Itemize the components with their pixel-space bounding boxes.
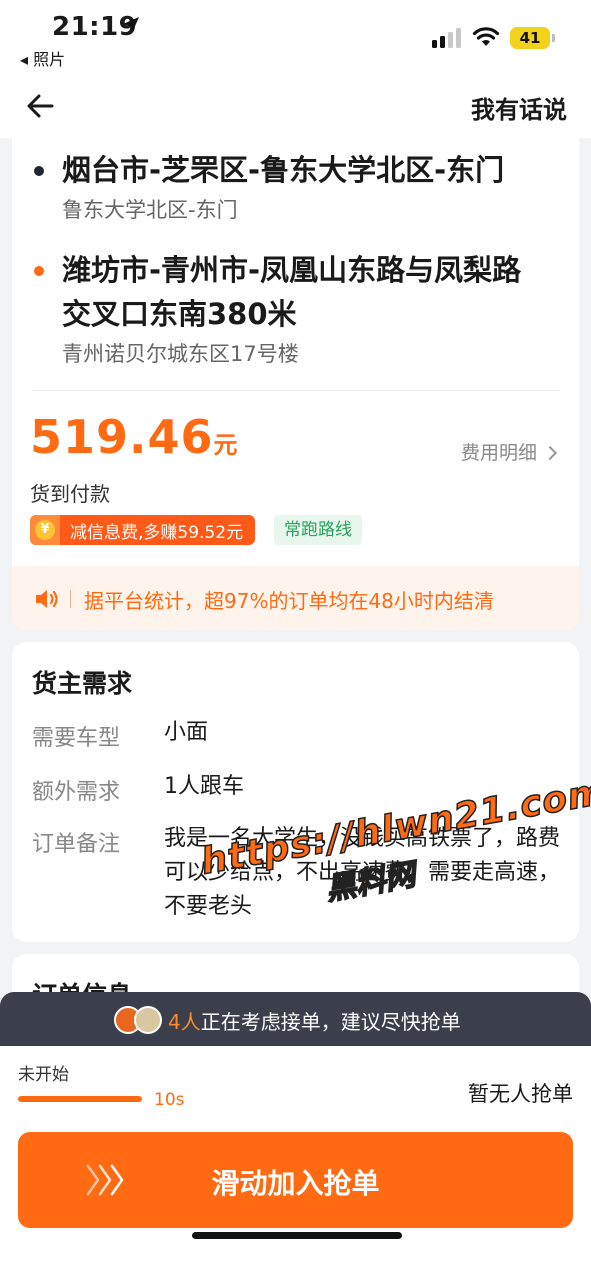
route-card: 烟台市-芝罘区-鲁东大学北区-东门 鲁东大学北区-东门 潍坊市-青州市-凤凰山东…: [12, 138, 579, 630]
destination-detail: 青州诺贝尔城东区17号楼: [62, 342, 299, 366]
feedback-button[interactable]: 我有话说: [471, 90, 567, 125]
divider: [32, 390, 560, 391]
req-value: 我是一名大学生，没钱买高铁票了，路费可以少给点，不出高速费，需要走高速，不要老头: [164, 826, 561, 919]
no-grab-status: 暂无人抢单: [468, 1082, 573, 1106]
fee-detail-link[interactable]: 费用明细: [460, 438, 558, 465]
destination-dot: [34, 266, 44, 276]
grab-state-label: 未开始: [18, 1065, 69, 1085]
destination-title-line1: 潍坊市-青州市-凤凰山东路与凤梨路: [62, 253, 522, 287]
requirements-title: 货主需求: [32, 669, 133, 698]
wifi-icon: [472, 27, 500, 46]
req-key: 需要车型: [32, 726, 121, 751]
battery-icon: 41: [510, 27, 555, 49]
triple-chevron-right-icon[interactable]: [84, 1162, 128, 1198]
destination-title-line2: 交叉口东南380米: [62, 297, 297, 331]
price-amount: 519.46: [30, 410, 214, 464]
promo-badge: ¥ 减信息费,多赚59.52元: [30, 515, 256, 545]
req-key: 订单备注: [32, 832, 121, 857]
home-indicator: [192, 1232, 402, 1239]
consider-count: 4人: [168, 1010, 201, 1034]
slide-to-grab-button[interactable]: 滑动加入抢单: [18, 1132, 573, 1228]
avatar-group: [114, 1006, 164, 1034]
fee-detail-label: 费用明细: [460, 442, 537, 464]
status-bar: 21:19 ◂ 照片 41: [0, 0, 591, 76]
grab-panel: 未开始 10s 暂无人抢单 滑动加入抢单: [0, 1046, 591, 1280]
notice-bar: 据平台统计，超97%的订单均在48小时内结清: [12, 566, 579, 630]
coin-icon: ¥: [30, 515, 60, 545]
nav-bar: 我有话说: [0, 76, 591, 138]
destination-item: 潍坊市-青州市-凤凰山东路与凤梨路 交叉口东南380米 青州诺贝尔城东区17号楼: [34, 248, 564, 370]
arrow-left-icon[interactable]: [22, 88, 62, 124]
requirements-card: 货主需求 需要车型 小面 额外需求 1人跟车 订单备注 我是一名大学生，没钱买高…: [12, 642, 579, 942]
location-arrow-icon: [123, 17, 139, 33]
coin-symbol: ¥: [35, 520, 55, 540]
pay-method: 货到付款: [30, 482, 110, 506]
price: 519.46元: [30, 410, 238, 464]
signal-icon: [432, 28, 461, 48]
route-badge: 常跑路线: [274, 515, 362, 545]
countdown-seconds: 10s: [154, 1090, 185, 1110]
req-key: 额外需求: [32, 780, 121, 805]
consider-text: 4人正在考虑接单，建议尽快抢单: [168, 1006, 461, 1035]
promo-badge-label: 减信息费,多赚59.52元: [70, 522, 244, 543]
back-to-app-link[interactable]: ◂ 照片: [20, 46, 65, 70]
speaker-icon: [36, 590, 58, 608]
back-app-label: 照片: [33, 50, 66, 69]
notice-text: 据平台统计，超97%的订单均在48小时内结清: [84, 589, 494, 613]
countdown-progress-bar: [18, 1096, 142, 1102]
req-value: 1人跟车: [164, 774, 244, 799]
chevron-right-icon: [542, 445, 558, 461]
origin-title: 烟台市-芝罘区-鲁东大学北区-东门: [62, 153, 505, 187]
consider-message: 正在考虑接单，建议尽快抢单: [200, 1010, 461, 1034]
price-unit: 元: [213, 431, 238, 459]
req-value: 小面: [164, 720, 209, 745]
origin-item: 烟台市-芝罘区-鲁东大学北区-东门 鲁东大学北区-东门: [34, 148, 564, 226]
avatar: [134, 1006, 162, 1034]
origin-detail: 鲁东大学北区-东门: [62, 198, 238, 222]
consider-bar: 4人正在考虑接单，建议尽快抢单: [0, 992, 591, 1046]
origin-dot: [34, 166, 44, 176]
notice-separator: [70, 590, 71, 608]
